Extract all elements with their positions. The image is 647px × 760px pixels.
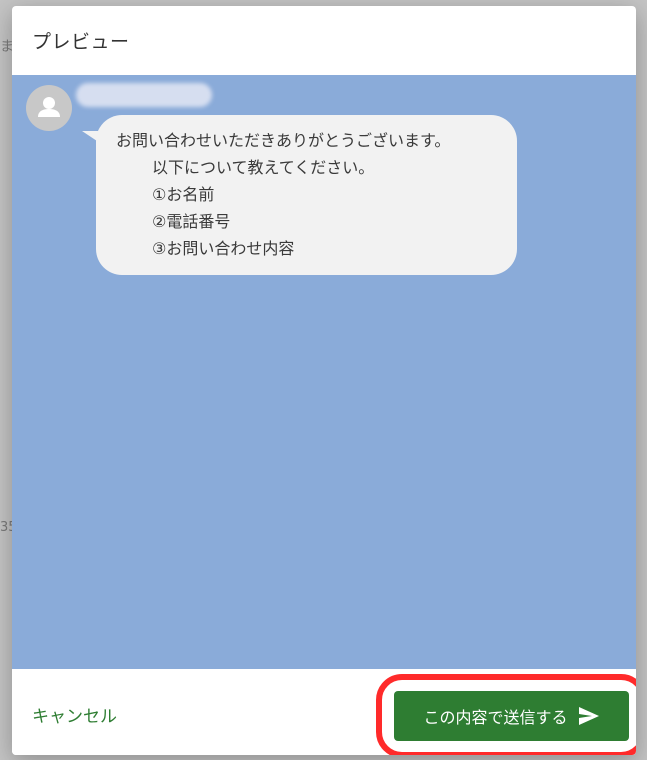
bubble-tail <box>82 131 100 143</box>
send-icon <box>578 706 600 726</box>
avatar <box>26 85 72 131</box>
send-button[interactable]: この内容で送信する <box>394 691 629 741</box>
message-line: ①お名前 <box>152 185 215 204</box>
preview-dialog: プレビュー お問い合わせいただきありがとうございます。 以下について教えてくださ… <box>12 6 636 755</box>
message-line: ③お問い合わせ内容 <box>152 239 295 258</box>
message-bubble: お問い合わせいただきありがとうございます。 以下について教えてください。 ①お名… <box>82 115 517 275</box>
message-line: お問い合わせいただきありがとうございます。 <box>116 131 451 150</box>
user-icon <box>38 97 60 117</box>
message-line: ②電話番号 <box>152 212 231 231</box>
message-line: 以下について教えてください。 <box>152 158 375 177</box>
dialog-title: プレビュー <box>32 31 130 53</box>
cancel-button[interactable]: キャンセル <box>32 702 117 727</box>
sender-name-blurred <box>76 83 212 107</box>
message-preview-area: お問い合わせいただきありがとうございます。 以下について教えてください。 ①お名… <box>12 75 636 669</box>
dialog-header: プレビュー <box>12 6 636 75</box>
send-button-label: この内容で送信する <box>423 708 568 727</box>
dialog-footer: キャンセル この内容で送信する <box>12 669 636 755</box>
